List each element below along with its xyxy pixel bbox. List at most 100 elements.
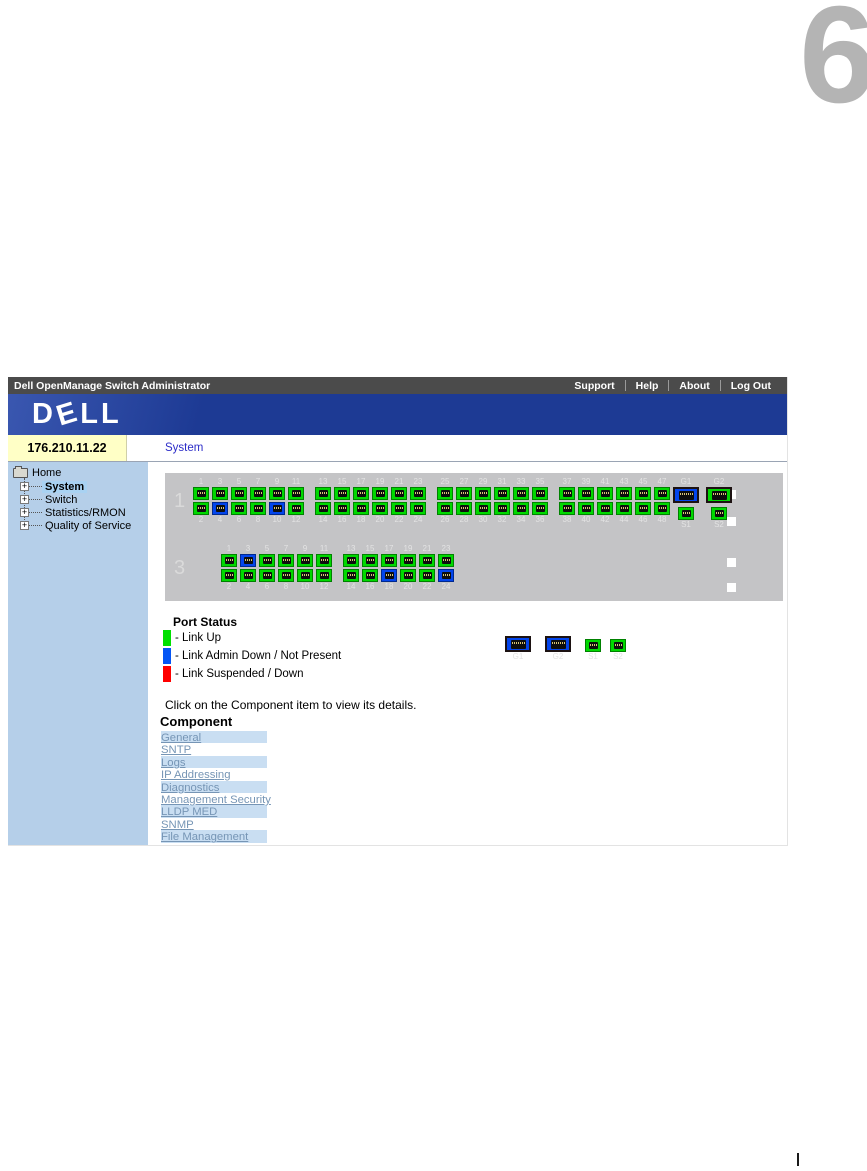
sidebar-item-home[interactable]: Home	[8, 466, 148, 480]
topbar-link-help[interactable]: Help	[626, 380, 669, 392]
topbar-link-log-out[interactable]: Log Out	[721, 380, 781, 392]
port-1-20[interactable]	[372, 502, 388, 515]
sidebar-item-switch[interactable]: + Switch	[8, 493, 148, 506]
port-1-35[interactable]	[532, 487, 548, 500]
port-1-36[interactable]	[532, 502, 548, 515]
port-3-s2[interactable]	[610, 639, 626, 652]
port-1-29[interactable]	[475, 487, 491, 500]
expand-icon[interactable]: +	[20, 508, 29, 517]
port-1-2[interactable]	[193, 502, 209, 515]
port-1-12[interactable]	[288, 502, 304, 515]
expand-icon[interactable]: +	[20, 495, 29, 504]
port-1-30[interactable]	[475, 502, 491, 515]
port-3-17[interactable]	[381, 554, 397, 567]
port-1-4[interactable]	[212, 502, 228, 515]
sidebar-item-system[interactable]: + System	[8, 480, 148, 493]
port-1-39[interactable]	[578, 487, 594, 500]
expand-icon[interactable]: +	[20, 482, 29, 491]
port-3-10[interactable]	[297, 569, 313, 582]
port-1-37[interactable]	[559, 487, 575, 500]
port-1-g2[interactable]	[706, 487, 732, 503]
component-link-file-management[interactable]: File Management	[161, 831, 248, 843]
port-3-24[interactable]	[438, 569, 454, 582]
port-1-24[interactable]	[410, 502, 426, 515]
port-1-8[interactable]	[250, 502, 266, 515]
port-1-26[interactable]	[437, 502, 453, 515]
port-1-21[interactable]	[391, 487, 407, 500]
port-1-16[interactable]	[334, 502, 350, 515]
port-3-7[interactable]	[278, 554, 294, 567]
component-link-general[interactable]: General	[161, 732, 201, 744]
component-link-sntp[interactable]: SNTP	[161, 744, 191, 756]
port-1-34[interactable]	[513, 502, 529, 515]
port-1-22[interactable]	[391, 502, 407, 515]
port-3-4[interactable]	[240, 569, 256, 582]
port-1-14[interactable]	[315, 502, 331, 515]
port-1-27[interactable]	[456, 487, 472, 500]
component-link-logs[interactable]: Logs	[161, 757, 186, 769]
port-1-46[interactable]	[635, 502, 651, 515]
port-1-g1[interactable]	[673, 487, 699, 503]
port-1-42[interactable]	[597, 502, 613, 515]
port-1-7[interactable]	[250, 487, 266, 500]
port-3-18[interactable]	[381, 569, 397, 582]
port-1-19[interactable]	[372, 487, 388, 500]
tab-system[interactable]: System	[127, 435, 203, 461]
port-1-32[interactable]	[494, 502, 510, 515]
port-3-13[interactable]	[343, 554, 359, 567]
port-1-11[interactable]	[288, 487, 304, 500]
port-1-44[interactable]	[616, 502, 632, 515]
port-1-38[interactable]	[559, 502, 575, 515]
port-3-2[interactable]	[221, 569, 237, 582]
sidebar-item-statistics-rmon[interactable]: + Statistics/RMON	[8, 506, 148, 519]
port-1-25[interactable]	[437, 487, 453, 500]
port-3-15[interactable]	[362, 554, 378, 567]
component-link-lldp-med[interactable]: LLDP MED	[161, 806, 217, 818]
port-1-43[interactable]	[616, 487, 632, 500]
port-1-18[interactable]	[353, 502, 369, 515]
port-1-33[interactable]	[513, 487, 529, 500]
port-3-20[interactable]	[400, 569, 416, 582]
port-3-16[interactable]	[362, 569, 378, 582]
port-1-s1[interactable]	[678, 507, 694, 520]
port-1-23[interactable]	[410, 487, 426, 500]
port-3-5[interactable]	[259, 554, 275, 567]
port-1-1[interactable]	[193, 487, 209, 500]
port-1-10[interactable]	[269, 502, 285, 515]
port-1-17[interactable]	[353, 487, 369, 500]
port-1-5[interactable]	[231, 487, 247, 500]
component-link-ip-addressing[interactable]: IP Addressing	[161, 769, 231, 781]
port-1-31[interactable]	[494, 487, 510, 500]
sidebar-item-quality-of-service[interactable]: + Quality of Service	[8, 519, 148, 532]
port-3-19[interactable]	[400, 554, 416, 567]
port-1-47[interactable]	[654, 487, 670, 500]
port-1-45[interactable]	[635, 487, 651, 500]
port-1-3[interactable]	[212, 487, 228, 500]
port-3-12[interactable]	[316, 569, 332, 582]
port-3-g1[interactable]	[505, 636, 531, 652]
port-1-9[interactable]	[269, 487, 285, 500]
port-3-6[interactable]	[259, 569, 275, 582]
port-3-s1[interactable]	[585, 639, 601, 652]
topbar-link-about[interactable]: About	[669, 380, 719, 392]
port-1-48[interactable]	[654, 502, 670, 515]
port-1-s2[interactable]	[711, 507, 727, 520]
port-1-41[interactable]	[597, 487, 613, 500]
port-3-11[interactable]	[316, 554, 332, 567]
component-link-diagnostics[interactable]: Diagnostics	[161, 782, 219, 794]
component-link-advanced-settings[interactable]: Advanced Settings	[161, 844, 255, 845]
port-3-14[interactable]	[343, 569, 359, 582]
port-3-22[interactable]	[419, 569, 435, 582]
port-3-g2[interactable]	[545, 636, 571, 652]
topbar-link-support[interactable]: Support	[564, 380, 624, 392]
port-3-9[interactable]	[297, 554, 313, 567]
port-1-15[interactable]	[334, 487, 350, 500]
port-3-3[interactable]	[240, 554, 256, 567]
port-3-21[interactable]	[419, 554, 435, 567]
component-link-management-security[interactable]: Management Security	[161, 794, 271, 806]
port-1-28[interactable]	[456, 502, 472, 515]
port-1-40[interactable]	[578, 502, 594, 515]
port-1-6[interactable]	[231, 502, 247, 515]
port-3-8[interactable]	[278, 569, 294, 582]
port-1-13[interactable]	[315, 487, 331, 500]
